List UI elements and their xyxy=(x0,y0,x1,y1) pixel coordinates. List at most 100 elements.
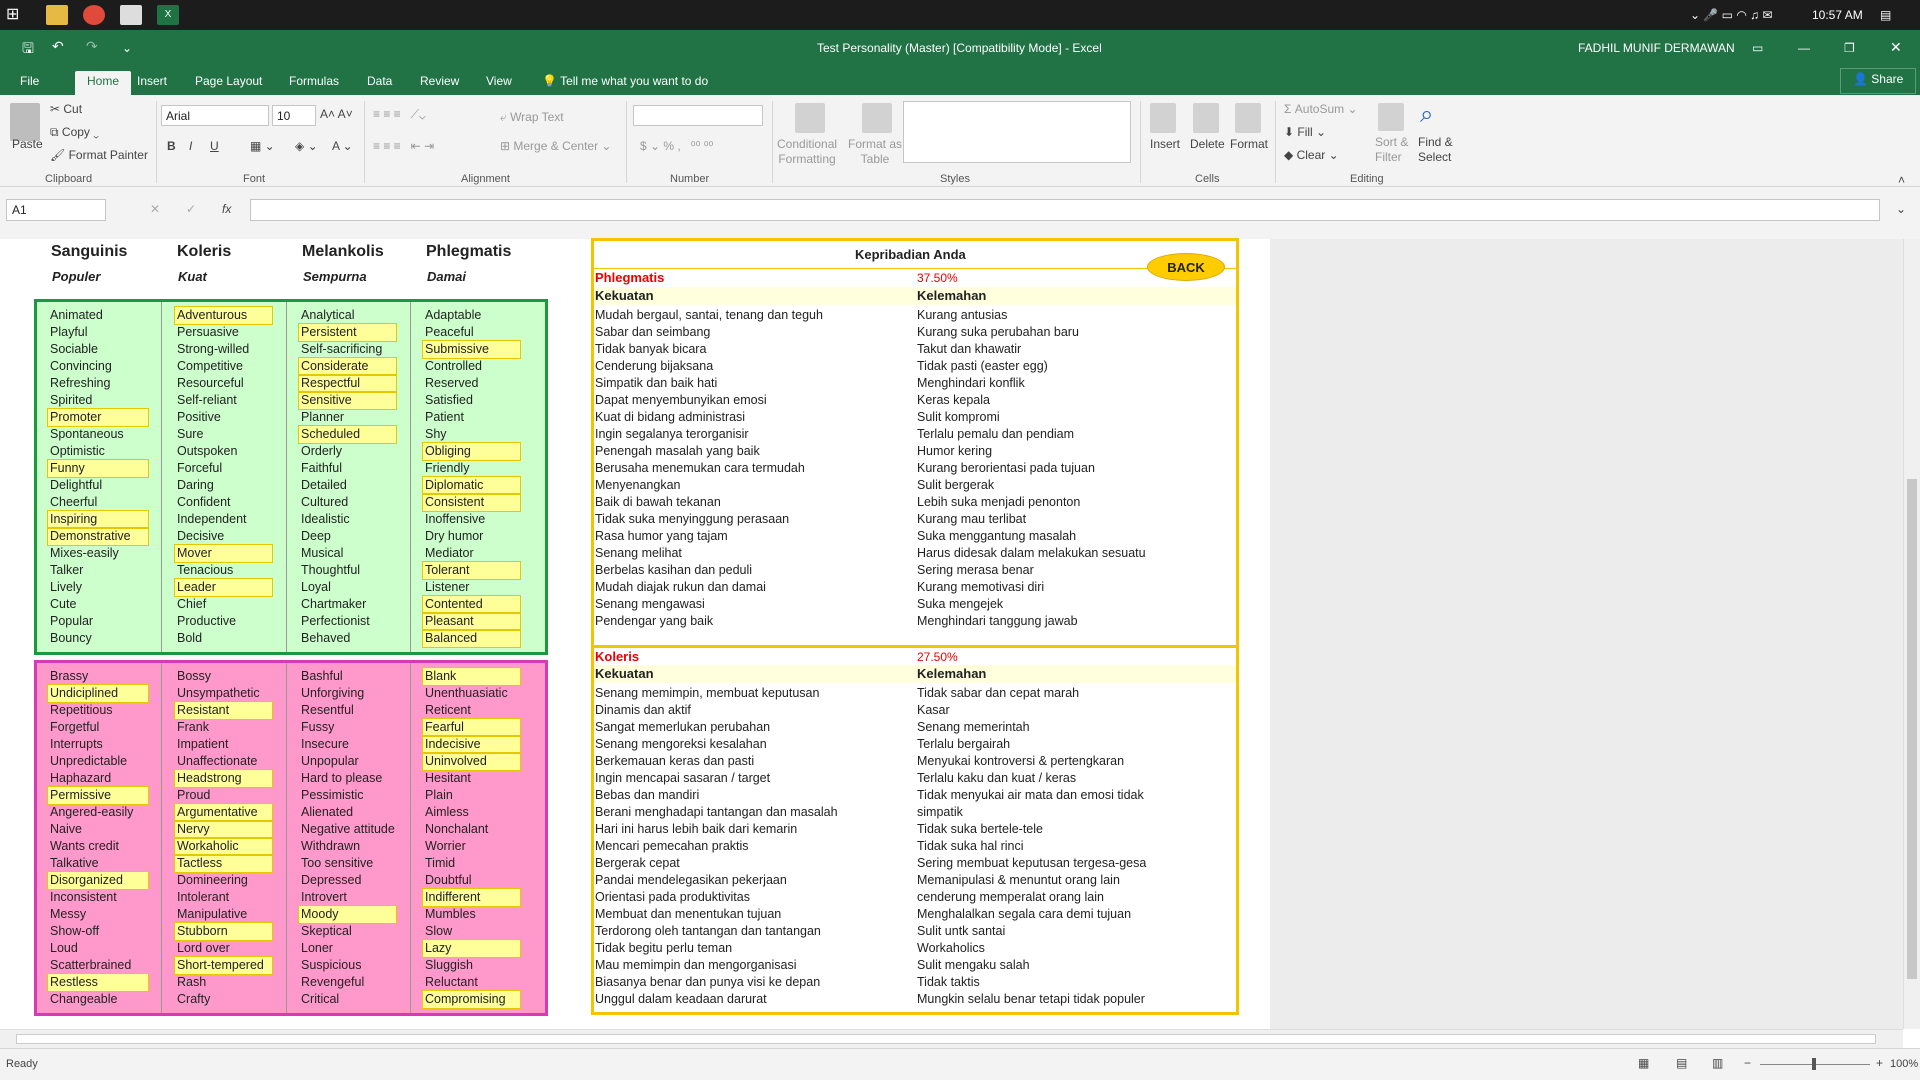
trait-description: Penengah masalah yang baik xyxy=(595,444,760,458)
underline-icon[interactable]: U xyxy=(210,139,219,153)
autosum-button[interactable]: Σ AutoSum ⌄ xyxy=(1284,102,1358,116)
trait-item: Timid xyxy=(425,856,456,870)
chrome-icon[interactable] xyxy=(83,5,105,25)
save-icon[interactable]: 🖫 xyxy=(22,38,34,62)
trait-item: Obliging xyxy=(422,442,521,461)
page-layout-view-icon[interactable]: ▤ xyxy=(1676,1056,1687,1070)
copy-button[interactable]: ⧉ Copy ⌄ xyxy=(50,125,99,140)
windows-start-icon[interactable]: ⊞ xyxy=(6,4,28,24)
normal-view-icon[interactable]: ▦ xyxy=(1638,1056,1649,1070)
format-as-table-button[interactable]: Format as Table xyxy=(848,137,902,167)
trait-item: Friendly xyxy=(425,461,470,475)
insert-cells-button[interactable]: Insert xyxy=(1150,137,1180,151)
sort-filter-icon[interactable] xyxy=(1378,103,1404,131)
trait-item: Suspicious xyxy=(301,958,362,972)
trait-description: Mencari pemecahan praktis xyxy=(595,839,749,853)
minimize-icon[interactable]: — xyxy=(1798,41,1810,55)
cell-styles-gallery[interactable] xyxy=(903,101,1131,163)
format-as-table-icon[interactable] xyxy=(862,103,892,133)
conditional-formatting-icon[interactable] xyxy=(795,103,825,133)
format-painter-button[interactable]: 🖌 Format Painter xyxy=(50,148,148,162)
format-cells-button[interactable]: Format xyxy=(1230,137,1268,151)
find-select-button[interactable]: Find & Select xyxy=(1418,135,1453,165)
delete-cells-button[interactable]: Delete xyxy=(1190,137,1225,151)
fill-button[interactable]: ⬇ Fill ⌄ xyxy=(1284,125,1326,139)
customize-qat-icon[interactable]: ⌄ xyxy=(122,41,132,55)
fill-color-icon[interactable]: ◈ ⌄ xyxy=(295,139,318,153)
tab-data[interactable]: Data xyxy=(355,71,404,95)
notification-icon[interactable]: ▤ xyxy=(1880,8,1891,22)
font-size-select[interactable]: 10 xyxy=(272,105,316,126)
system-tray-icons[interactable]: ⌄ 🎤 ▭ ◠ ♫ ✉ xyxy=(1690,8,1773,22)
name-box[interactable]: A1 xyxy=(6,199,106,221)
zoom-level[interactable]: 100% xyxy=(1890,1058,1918,1070)
font-grow-shrink-icons[interactable]: A˄ A˅ xyxy=(320,107,353,121)
trait-item: Reserved xyxy=(425,376,479,390)
tab-view[interactable]: View xyxy=(474,71,524,95)
insert-function-icon[interactable]: fx xyxy=(222,202,231,216)
insert-cells-icon[interactable] xyxy=(1150,103,1176,133)
font-color-icon[interactable]: A ⌄ xyxy=(332,139,353,153)
tab-home[interactable]: Home xyxy=(75,71,132,95)
tab-formulas[interactable]: Formulas xyxy=(277,71,351,95)
tab-file[interactable]: File xyxy=(8,71,51,95)
enter-formula-icon[interactable]: ✓ xyxy=(186,202,196,216)
conditional-formatting-button[interactable]: Conditional Formatting xyxy=(777,137,837,167)
expand-formula-icon[interactable]: ⌄ xyxy=(1896,202,1906,216)
borders-icon[interactable]: ▦ ⌄ xyxy=(250,139,275,153)
user-name[interactable]: FADHIL MUNIF DERMAWAN xyxy=(1578,41,1735,55)
align-top-icons[interactable]: ≡ ≡ ≡ ⟋⌄ xyxy=(373,107,426,122)
back-button[interactable]: BACK xyxy=(1147,253,1225,281)
zoom-slider-thumb[interactable] xyxy=(1812,1058,1816,1070)
vertical-scrollbar[interactable] xyxy=(1903,239,1920,1029)
trait-description: Kurang antusias xyxy=(917,308,1008,322)
person-icon: 👤 xyxy=(1853,72,1872,86)
font-name-select[interactable]: Arial xyxy=(161,105,269,126)
redo-icon[interactable]: ↷ xyxy=(86,38,98,55)
number-format-select[interactable] xyxy=(633,105,763,126)
weaknesses-col-melankolis: Bashful Unforgiving Resentful Fussy Insecure… xyxy=(298,668,397,1008)
zoom-out-icon[interactable]: − xyxy=(1744,1056,1751,1070)
page-break-view-icon[interactable]: ▥ xyxy=(1712,1056,1723,1070)
number-format-icons[interactable]: $ ⌄ % , ⁰⁰ ⁰⁰ xyxy=(640,139,713,153)
excel-taskbar-icon[interactable]: X xyxy=(157,5,179,25)
file-explorer-icon[interactable] xyxy=(46,5,68,25)
tab-insert[interactable]: Insert xyxy=(125,71,179,95)
merge-center-button[interactable]: ⊞ Merge & Center ⌄ xyxy=(500,139,611,153)
delete-cells-icon[interactable] xyxy=(1193,103,1219,133)
format-cells-icon[interactable] xyxy=(1235,103,1261,133)
formula-input[interactable] xyxy=(250,199,1880,221)
restore-icon[interactable]: ❐ xyxy=(1844,41,1855,55)
collapse-ribbon-icon[interactable]: ˄ xyxy=(1898,173,1905,187)
find-select-icon[interactable]: ⌕ xyxy=(1420,101,1433,129)
close-icon[interactable]: ✕ xyxy=(1890,39,1902,56)
trait-item: Promoter xyxy=(47,408,149,427)
align-h-icons[interactable]: ≡ ≡ ≡ ⇤ ⇥ xyxy=(373,139,434,153)
bold-icon[interactable]: B xyxy=(167,139,176,153)
zoom-in-icon[interactable]: + xyxy=(1876,1056,1883,1070)
sort-filter-button[interactable]: Sort & Filter xyxy=(1375,135,1408,165)
paste-button[interactable]: Paste xyxy=(12,137,43,151)
trait-description: Menghalalkan segala cara demi tujuan xyxy=(917,907,1132,921)
cut-button[interactable]: ✂ Cut xyxy=(50,102,82,116)
tab-review[interactable]: Review xyxy=(408,71,471,95)
paste-icon[interactable] xyxy=(10,103,40,141)
undo-icon[interactable]: ↶ xyxy=(52,38,64,55)
horizontal-scroll-thumb[interactable] xyxy=(16,1034,1876,1044)
app-icon[interactable] xyxy=(120,5,142,25)
tab-page-layout[interactable]: Page Layout xyxy=(183,71,274,95)
trait-item: Crafty xyxy=(177,992,211,1006)
clock[interactable]: 10:57 AM xyxy=(1812,8,1863,22)
ribbon-display-icon[interactable]: ▭ xyxy=(1752,41,1763,55)
share-button[interactable]: 👤 Share xyxy=(1840,68,1917,94)
trait-item: Bouncy xyxy=(50,631,92,645)
horizontal-scrollbar[interactable] xyxy=(0,1029,1903,1048)
clear-button[interactable]: ◆ Clear ⌄ xyxy=(1284,148,1339,162)
trait-item: Naive xyxy=(50,822,82,836)
italic-icon[interactable]: I xyxy=(189,139,192,153)
tell-me-box[interactable]: 💡 Tell me what you want to do xyxy=(530,71,720,95)
cancel-formula-icon[interactable]: ✕ xyxy=(150,202,160,216)
trait-description: Ingin segalanya terorganisir xyxy=(595,427,749,441)
vertical-scroll-thumb[interactable] xyxy=(1907,479,1917,979)
wrap-text-button[interactable]: ⤶ Wrap Text xyxy=(500,110,564,125)
